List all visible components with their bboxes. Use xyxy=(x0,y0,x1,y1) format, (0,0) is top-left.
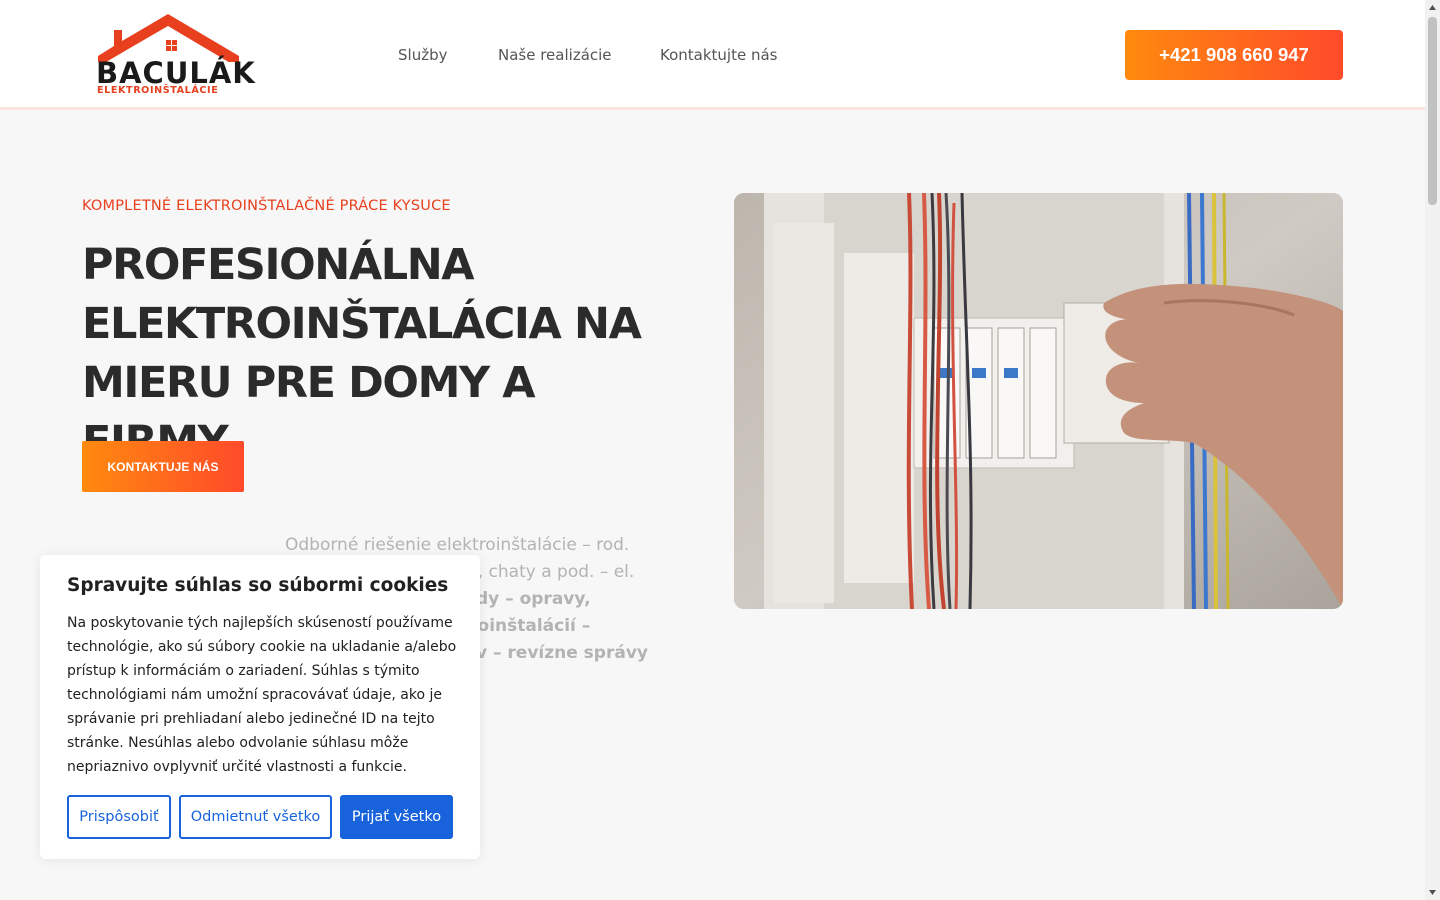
cookie-consent-panel: Spravujte súhlas so súbormi cookies Na p… xyxy=(40,555,480,859)
hero-title-line1: PROFESIONÁLNA xyxy=(82,240,475,290)
cookie-text: Na poskytovanie tých najlepších skúsenos… xyxy=(67,615,457,775)
nav-link-kontakt[interactable]: Kontaktujte nás xyxy=(660,44,777,66)
cookie-accept-all-button[interactable]: Prijať všetko xyxy=(340,795,453,839)
contact-cta-button[interactable]: KONTAKTUJE NÁS xyxy=(82,441,244,492)
electrical-panel-illustration xyxy=(734,193,1343,609)
scrollbar-thumb[interactable] xyxy=(1428,17,1437,205)
cookie-title: Spravujte súhlas so súbormi cookies xyxy=(67,575,449,596)
cookie-reject-all-button[interactable]: Odmietnuť všetko xyxy=(179,795,332,839)
arrow-down-icon[interactable] xyxy=(1425,884,1440,900)
nav-link-sluzby[interactable]: Služby xyxy=(398,44,447,66)
logo-subtitle: ELEKTROINŠTALÁCIE xyxy=(97,85,219,96)
cookie-customize-button[interactable]: Prispôsobiť xyxy=(67,795,171,839)
nav-link-realizacie[interactable]: Naše realizácie xyxy=(498,44,612,66)
site-header: BACULÁK ELEKTROINŠTALÁCIE Služby Naše re… xyxy=(0,0,1425,110)
hero-title: PROFESIONÁLNA ELEKTROINŠTALÁCIA NA MIERU… xyxy=(82,236,682,472)
phone-button[interactable]: +421 908 660 947 xyxy=(1125,30,1343,80)
house-roof-icon xyxy=(98,14,239,62)
logo-name: BACULÁK xyxy=(96,56,256,90)
page-scrollbar[interactable] xyxy=(1425,0,1440,900)
arrow-up-icon[interactable] xyxy=(1425,0,1440,16)
hero-image-electrician xyxy=(734,193,1343,609)
hero-eyebrow: KOMPLETNÉ ELEKTROINŠTALAČNÉ PRÁCE KYSUCE xyxy=(82,198,451,214)
logo[interactable]: BACULÁK ELEKTROINŠTALÁCIE xyxy=(96,12,256,98)
